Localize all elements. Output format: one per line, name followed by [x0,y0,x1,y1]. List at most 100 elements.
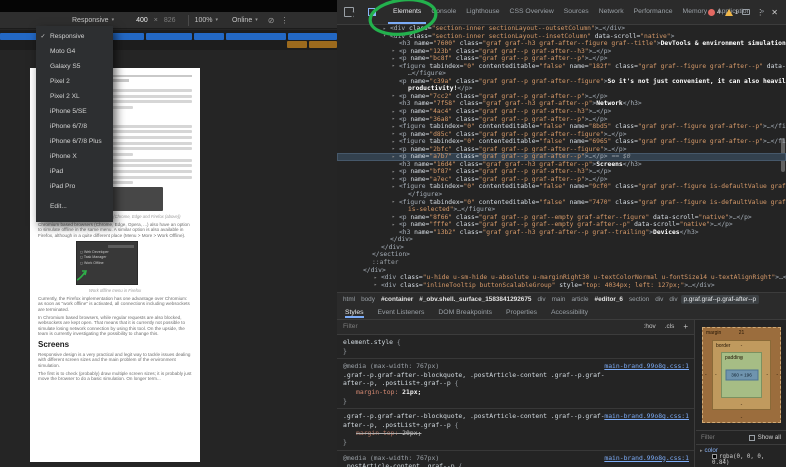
sidebar-tab-dom-breakpoints[interactable]: DOM Breakpoints [438,309,492,316]
dom-node[interactable]: </figure> [337,191,786,199]
menu-item-edit[interactable]: Edit... [36,199,113,214]
dom-node[interactable]: ▸ <figure tabindex="0" contenteditable="f… [337,123,786,131]
dom-node[interactable]: <h3 name="7f58" class="graf graf--h3 gra… [337,100,786,108]
dom-node[interactable]: ▸ <p name="8f66" class="graf graf--p graf… [337,214,786,222]
dom-node[interactable]: </div> [337,267,786,275]
breadcrumb-item[interactable]: body [358,295,378,304]
menu-item-ipad[interactable]: iPad [36,164,113,179]
sidebar-tab-styles[interactable]: Styles [345,309,364,316]
sidebar-tab-accessibility[interactable]: Accessibility [551,309,588,316]
tab-lighthouse[interactable]: Lighthouse [461,0,504,24]
viewport-width-input[interactable]: 400 [136,17,148,24]
tab-console[interactable]: Console [426,0,461,24]
stylesheet-link[interactable]: main-brand.99o8g.css:1 [604,362,689,371]
stylesheet-link[interactable]: main-brand.99o8g.css:1 [604,454,689,463]
warning-badge[interactable]: 1 [724,8,738,16]
dom-node[interactable]: is-selected">…</figure> [337,206,786,214]
dom-node[interactable]: ▸ <p name="2bfc" class="graf graf--p graf… [337,146,786,154]
breadcrumb-item[interactable]: #container [378,295,416,304]
dom-node[interactable]: ▾ <div class="section-inner sectionLayout… [337,33,786,41]
dom-node[interactable]: ▸ <p name="123b" class="graf graf--p graf… [337,48,786,56]
css-declaration[interactable]: margin-top: 21px; [343,388,688,397]
throttling-dropdown[interactable]: Online ▾ [232,17,258,24]
show-all-toggle[interactable]: Show all [748,434,781,441]
new-style-rule-button[interactable]: + [683,322,688,332]
inspect-element-icon[interactable] [344,7,354,17]
menu-item-moto-g4[interactable]: Moto G4 [36,44,113,59]
box-model-diagram[interactable]: margin 21 - - - border - - - - padding -… [702,327,781,423]
dom-node[interactable]: <p name="c39a" class="graf graf--p graf-… [337,78,786,86]
devtools-close-icon[interactable]: ✕ [770,8,781,17]
zoom-dropdown[interactable]: 100% ▾ [195,17,218,24]
dom-node[interactable]: ▸ <p name="7cc2" class="graf graf--p graf… [337,93,786,101]
menu-item-ipad-pro[interactable]: iPad Pro [36,179,113,194]
media-query-segment-blue[interactable] [194,33,224,40]
breadcrumb-item[interactable]: main [549,295,569,304]
toolbar-overflow-menu-icon[interactable]: ⋮ [280,16,288,25]
menu-item-pixel-2-xl[interactable]: Pixel 2 XL [36,89,113,104]
dom-node[interactable]: ▸ <div class="inlineTooltip buttonScalabl… [337,282,786,290]
styles-filter-input[interactable]: Filter [343,323,635,332]
tab-performance[interactable]: Performance [629,0,678,24]
dom-node[interactable]: ▸ <figure tabindex="0" contenteditable="f… [337,138,786,146]
dom-node[interactable]: </section> [337,251,786,259]
dom-node[interactable]: ▸ <div class="section-inner sectionLayout… [337,25,786,33]
media-query-segment-orange[interactable] [309,41,337,48]
dom-node[interactable]: ▸ <p name="4ac4" class="graf graf--p graf… [337,108,786,116]
tab-css-overview[interactable]: CSS Overview [505,0,559,24]
device-type-dropdown[interactable]: Responsive ▾ [72,17,114,24]
viewport-height-input[interactable]: 826 [164,17,176,24]
menu-item-responsive[interactable]: ✓ Responsive [36,29,113,44]
css-declaration[interactable]: margin-top: 20px; [343,429,688,438]
tab-memory[interactable]: Memory [678,0,713,24]
dom-node[interactable]: ▸ <p name="a7ec" class="graf graf--p graf… [337,176,786,184]
style-rule[interactable]: element.style {} [337,335,694,360]
dom-node[interactable]: ▸ <p name="bf87" class="graf graf--p graf… [337,168,786,176]
breadcrumb-item[interactable]: article [568,295,591,304]
media-query-segment-blue[interactable] [146,33,192,40]
style-rule[interactable]: main-brand.99o8g.css:1 @media (max-width:… [337,359,694,410]
expand-arrow-icon[interactable]: ▸ [374,282,377,290]
menu-item-pixel-2[interactable]: Pixel 2 [36,74,113,89]
dom-node[interactable]: ::after [337,259,786,267]
expand-arrow-icon[interactable]: ▸ [700,448,703,454]
devtools-menu-icon[interactable]: ⋮ [754,8,766,17]
breadcrumb-item[interactable]: #editor_6 [592,295,626,304]
toggle-hover-state-button[interactable]: :hov [644,323,656,332]
menu-item-iphone-6-7-8[interactable]: iPhone 6/7/8 [36,119,113,134]
dom-node[interactable]: ▸ <p name="d85c" class="graf graf--p graf… [337,131,786,139]
dom-node[interactable]: …</figure> [337,70,786,78]
sidebar-tab-event-listeners[interactable]: Event Listeners [378,309,425,316]
breadcrumb-item[interactable]: p.graf.graf--p.graf-after--p [680,295,760,304]
style-rule[interactable]: main-brand.99o8g.css:1 .graf--p.graf-afte… [337,409,694,451]
dom-node[interactable]: ▸ <div class="u-hide u-sm-hide u-absolute… [337,274,786,282]
computed-property-color[interactable]: ▸ color rgba(0, 0, 0, 0.84) [696,446,786,467]
menu-item-iphone-5-se[interactable]: iPhone 5/SE [36,104,113,119]
dom-node[interactable]: ▸ <p name="fffe" class="graf graf--p graf… [337,221,786,229]
dom-node-selected[interactable]: ▸ <p name="a7b7" class="graf graf--p graf… [337,153,786,161]
breadcrumb-item[interactable]: div [534,295,548,304]
feedback-icon[interactable] [742,9,751,15]
dom-node[interactable]: <h3 name="7600" class="graf graf--h3 gra… [337,40,786,48]
breadcrumb-item[interactable]: div [666,295,680,304]
style-rule[interactable]: main-brand.99o8g.css:1 @media (max-width:… [337,451,694,467]
dom-node[interactable]: ▸ <figure tabindex="0" contenteditable="f… [337,199,786,207]
dom-node[interactable]: ▸ <figure tabindex="0" contenteditable="f… [337,63,786,71]
media-query-segment-orange[interactable] [287,41,307,48]
breadcrumb-item[interactable]: div [652,295,666,304]
dom-node[interactable]: ▸ <figure tabindex="0" contenteditable="f… [337,183,786,191]
menu-item-galaxy-s5[interactable]: Galaxy S5 [36,59,113,74]
tab-network[interactable]: Network [594,0,629,24]
breadcrumb-item[interactable]: #_obv.shell._surface_1583841292675 [416,295,534,304]
computed-filter-input[interactable]: Filter [701,434,749,441]
device-toolbar-toggle-icon[interactable] [368,7,378,17]
media-query-segment-blue[interactable] [226,33,286,40]
color-swatch-icon[interactable] [712,454,717,459]
stylesheet-link[interactable]: main-brand.99o8g.css:1 [604,412,689,421]
breadcrumb-item[interactable]: html [340,295,358,304]
rotate-icon[interactable]: ⊘ [268,16,275,25]
sidebar-tab-properties[interactable]: Properties [506,309,537,316]
tab-elements[interactable]: Elements [388,0,427,24]
media-query-segment-blue[interactable] [288,33,337,40]
dom-node[interactable]: <h3 name="13b2" class="graf graf--h3 gra… [337,229,786,237]
